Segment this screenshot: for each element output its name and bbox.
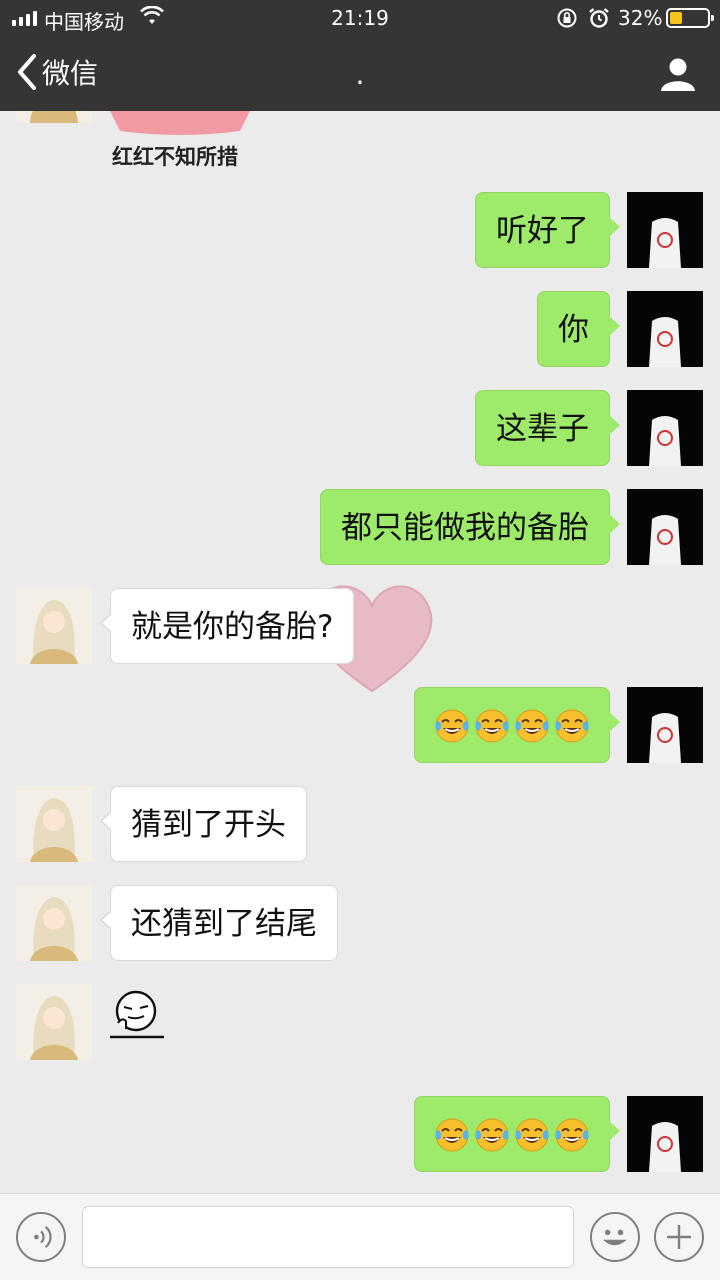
sent-message-bubble[interactable]: 你 <box>537 291 620 367</box>
contact-avatar[interactable] <box>16 786 92 862</box>
face-with-tears-of-joy-icon <box>475 709 509 743</box>
contact-avatar[interactable] <box>16 984 92 1060</box>
sent-message-bubble[interactable]: 都只能做我的备胎 <box>320 489 620 565</box>
alarm-icon <box>589 8 609 28</box>
plus-icon[interactable] <box>654 1212 704 1262</box>
contact-avatar[interactable] <box>16 588 92 664</box>
received-message-bubble[interactable]: 还猜到了结尾 <box>100 885 338 961</box>
face-with-tears-of-joy-icon <box>475 1118 509 1152</box>
profile-icon[interactable] <box>660 56 696 92</box>
sent-message-bubble[interactable]: 这辈子 <box>475 390 620 466</box>
my-avatar[interactable] <box>627 390 703 466</box>
my-avatar[interactable] <box>627 1096 703 1172</box>
emoji-row <box>433 1097 591 1173</box>
sticker-caption: 红红不知所措 <box>112 145 238 169</box>
face-with-tears-of-joy-icon <box>435 1118 469 1152</box>
received-message-bubble[interactable]: 就是你的备胎? <box>99 588 355 664</box>
nav-bar: 微信 . <box>0 36 720 111</box>
emoji-icon[interactable] <box>590 1212 640 1262</box>
sent-emoji-bubble[interactable] <box>414 1096 620 1173</box>
received-message-bubble[interactable]: 猜到了开头 <box>100 786 307 862</box>
my-avatar[interactable] <box>627 687 703 763</box>
face-with-tears-of-joy-icon <box>555 709 589 743</box>
face-with-tears-of-joy-icon <box>515 709 549 743</box>
input-bar <box>0 1193 720 1280</box>
chat-area[interactable]: 红红不知所措 听好了 你 这辈子 都只能做我的备胎 就是你的备胎? 猜到了开头 <box>0 111 720 1193</box>
face-with-tears-of-joy-icon <box>555 1118 589 1152</box>
battery-icon <box>666 8 714 28</box>
contact-avatar[interactable] <box>16 885 92 961</box>
face-with-tears-of-joy-icon <box>435 709 469 743</box>
emoji-row <box>433 688 591 764</box>
orientation-lock-icon <box>557 8 577 28</box>
battery-percentage: 32% <box>618 6 663 30</box>
status-bar: 中国移动 21:19 32% <box>0 0 720 36</box>
clock: 21:19 <box>331 6 389 30</box>
sent-emoji-bubble[interactable] <box>414 687 620 764</box>
message-input[interactable] <box>82 1206 574 1268</box>
my-avatar[interactable] <box>627 192 703 268</box>
chat-title: . <box>355 58 365 91</box>
voice-icon[interactable] <box>16 1212 66 1262</box>
my-avatar[interactable] <box>627 489 703 565</box>
contact-avatar[interactable] <box>16 111 92 123</box>
face-with-tears-of-joy-icon <box>515 1118 549 1152</box>
sent-message-bubble[interactable]: 听好了 <box>475 192 620 268</box>
sly-smile-sticker[interactable] <box>108 989 168 1041</box>
my-avatar[interactable] <box>627 291 703 367</box>
